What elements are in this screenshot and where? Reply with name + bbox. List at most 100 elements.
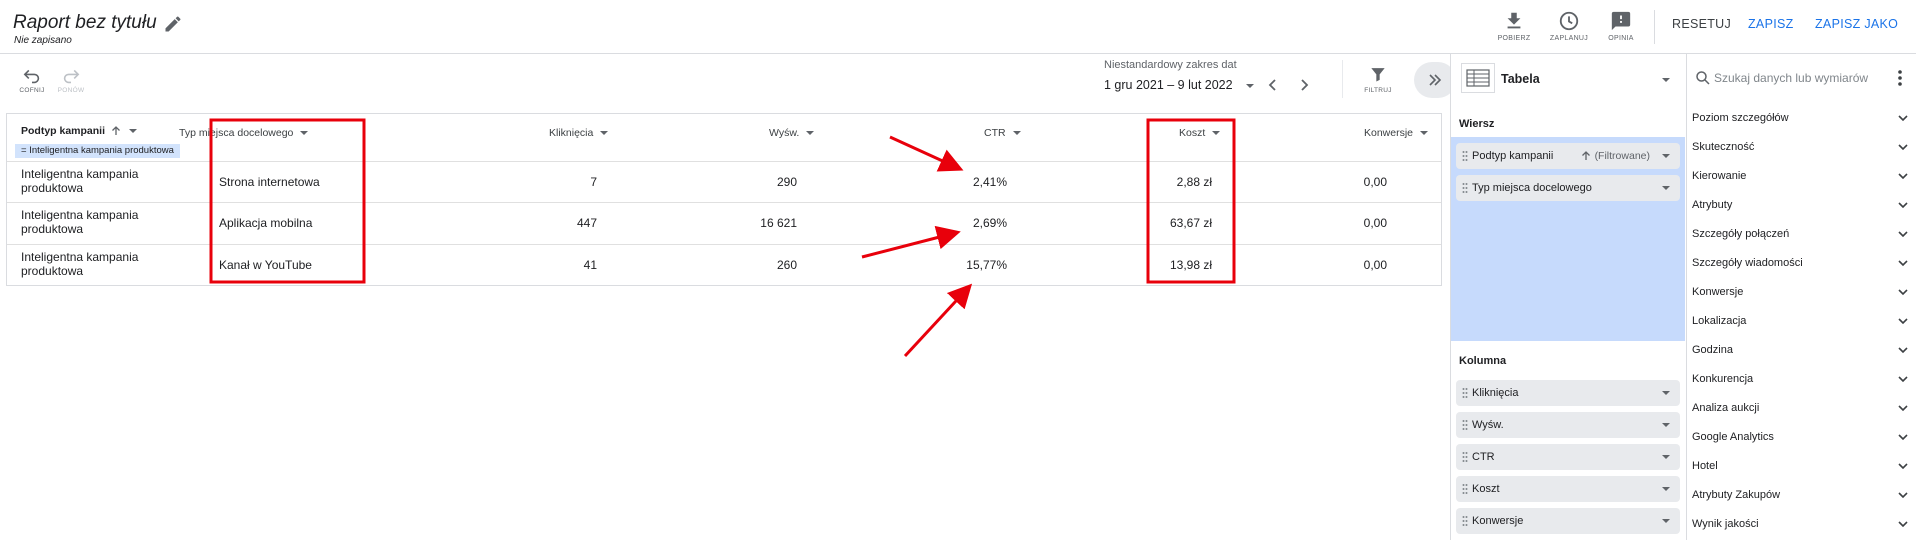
cell-conversions: 0,00 — [1363, 258, 1387, 272]
cell-placement: Strona internetowa — [219, 175, 320, 189]
category-label: Atrybuty — [1692, 199, 1733, 211]
dimension-category[interactable]: Szczegóły połączeń — [1692, 224, 1910, 244]
dimension-category[interactable]: Szczegóły wiadomości — [1692, 253, 1910, 273]
dimension-category[interactable]: Godzina — [1692, 340, 1910, 360]
column-metric-chip[interactable]: Wyśw. — [1456, 412, 1680, 438]
chevron-down-icon[interactable] — [1660, 451, 1672, 463]
chevron-down-icon[interactable] — [1660, 182, 1672, 194]
chevron-down-icon[interactable] — [1660, 515, 1672, 527]
chevron-down-icon[interactable] — [1660, 483, 1672, 495]
drag-handle-icon[interactable] — [1462, 483, 1468, 495]
chevron-down-icon[interactable] — [1896, 285, 1910, 299]
column-metric-chip[interactable]: CTR — [1456, 444, 1680, 470]
dimension-category[interactable]: Hotel — [1692, 456, 1910, 476]
undo-icon — [22, 68, 42, 84]
column-header-cost[interactable]: Koszt — [1179, 127, 1221, 139]
undo-button[interactable]: COFNIJ — [18, 68, 46, 94]
chevron-down-icon[interactable] — [1896, 401, 1910, 415]
chevron-down-icon[interactable] — [1896, 227, 1910, 241]
edit-icon[interactable] — [163, 14, 183, 34]
chevron-down-icon[interactable] — [1896, 198, 1910, 212]
dimension-category[interactable]: Atrybuty Zakupów — [1692, 485, 1910, 505]
sort-ascending-icon[interactable] — [110, 125, 122, 137]
category-label: Hotel — [1692, 460, 1718, 472]
row-dimension-chip[interactable]: Podtyp kampanii (Filtrowane) — [1456, 143, 1680, 169]
column-header-clicks[interactable]: Kliknięcia — [549, 127, 609, 139]
chevron-down-icon[interactable] — [1896, 372, 1910, 386]
column-header-subtype[interactable]: Podtyp kampanii — [21, 125, 138, 137]
dimension-category[interactable]: Lokalizacja — [1692, 311, 1910, 331]
dimension-category[interactable]: Atrybuty — [1692, 195, 1910, 215]
drag-handle-icon[interactable] — [1462, 515, 1468, 527]
drag-handle-icon[interactable] — [1462, 451, 1468, 463]
category-label: Szczegóły wiadomości — [1692, 257, 1803, 269]
cell-subtype: Inteligentna kampania produktowa — [21, 208, 139, 236]
dimension-category[interactable]: Konwersje — [1692, 282, 1910, 302]
cell-ctr: 15,77% — [966, 258, 1007, 272]
column-metric-chip[interactable]: Konwersje — [1456, 508, 1680, 534]
dimension-category[interactable]: Konkurencja — [1692, 369, 1910, 389]
column-header-conversions[interactable]: Konwersje — [1364, 127, 1429, 139]
chevron-down-icon[interactable] — [1660, 74, 1672, 86]
cell-placement: Aplikacja mobilna — [219, 216, 313, 230]
chevron-down-icon[interactable] — [1660, 419, 1672, 431]
filter-chip[interactable]: = Inteligentna kampania produktowa — [15, 144, 180, 158]
chevron-down-icon[interactable] — [1896, 488, 1910, 502]
save-button[interactable]: ZAPISZ — [1748, 17, 1794, 31]
previous-period-button[interactable] — [1264, 76, 1282, 94]
column-metric-chip[interactable]: Kliknięcia — [1456, 380, 1680, 406]
column-metric-chip[interactable]: Koszt — [1456, 476, 1680, 502]
reset-button[interactable]: RESETUJ — [1672, 17, 1731, 31]
date-range-dropdown-icon[interactable] — [1244, 80, 1256, 92]
table-icon[interactable] — [1461, 63, 1495, 93]
schedule-button[interactable]: ZAPLANUJ — [1547, 10, 1591, 46]
chevron-down-icon[interactable] — [1896, 256, 1910, 270]
dimension-category[interactable]: Analiza aukcji — [1692, 398, 1910, 418]
chevron-down-icon[interactable] — [805, 128, 815, 138]
chevron-down-icon[interactable] — [1211, 128, 1221, 138]
chevron-down-icon[interactable] — [1896, 314, 1910, 328]
feedback-icon — [1610, 10, 1632, 32]
filter-button[interactable]: FILTRUJ — [1360, 64, 1396, 94]
chevron-down-icon[interactable] — [1896, 111, 1910, 125]
dimension-category[interactable]: Google Analytics — [1692, 427, 1910, 447]
drag-handle-icon[interactable] — [1462, 387, 1468, 399]
chevron-down-icon[interactable] — [128, 126, 138, 136]
chevron-down-icon[interactable] — [1896, 430, 1910, 444]
next-period-button[interactable] — [1295, 76, 1313, 94]
report-title[interactable]: Raport bez tytułu — [13, 12, 157, 34]
dimension-category[interactable]: Wynik jakości — [1692, 514, 1910, 534]
save-as-button[interactable]: ZAPISZ JAKO — [1815, 17, 1898, 31]
more-vert-icon[interactable] — [1894, 68, 1906, 88]
chevron-down-icon[interactable] — [1896, 140, 1910, 154]
download-button[interactable]: POBIERZ — [1492, 10, 1536, 46]
dimension-category[interactable]: Poziom szczegółów — [1692, 108, 1910, 128]
drag-handle-icon[interactable] — [1462, 150, 1468, 162]
chevron-down-icon[interactable] — [1012, 128, 1022, 138]
metric-name: Wyśw. — [1472, 419, 1504, 431]
date-range-value[interactable]: 1 gru 2021 – 9 lut 2022 — [1104, 78, 1233, 92]
column-header-ctr[interactable]: CTR — [984, 127, 1022, 139]
visualization-type[interactable]: Tabela — [1501, 72, 1540, 86]
drag-handle-icon[interactable] — [1462, 182, 1468, 194]
chevron-down-icon[interactable] — [1896, 169, 1910, 183]
column-header-impressions[interactable]: Wyśw. — [769, 127, 815, 139]
chevron-down-icon[interactable] — [1896, 343, 1910, 357]
chevron-down-icon[interactable] — [1660, 150, 1672, 162]
chevron-down-icon[interactable] — [599, 128, 609, 138]
dimension-category[interactable]: Kierowanie — [1692, 166, 1910, 186]
category-label: Poziom szczegółów — [1692, 112, 1789, 124]
sort-status[interactable]: (Filtrowane) — [1580, 150, 1650, 162]
search-input[interactable] — [1714, 68, 1884, 88]
chevron-down-icon[interactable] — [299, 128, 309, 138]
chevron-down-icon[interactable] — [1660, 387, 1672, 399]
dimension-category[interactable]: Skuteczność — [1692, 137, 1910, 157]
redo-button[interactable]: PONÓW — [57, 68, 85, 94]
feedback-button[interactable]: OPINIA — [1599, 10, 1643, 46]
row-dimension-chip[interactable]: Typ miejsca docelowego — [1456, 175, 1680, 201]
chevron-down-icon[interactable] — [1419, 128, 1429, 138]
chevron-down-icon[interactable] — [1896, 517, 1910, 531]
drag-handle-icon[interactable] — [1462, 419, 1468, 431]
column-header-placement[interactable]: Typ miejsca docelowego — [179, 127, 309, 139]
chevron-down-icon[interactable] — [1896, 459, 1910, 473]
